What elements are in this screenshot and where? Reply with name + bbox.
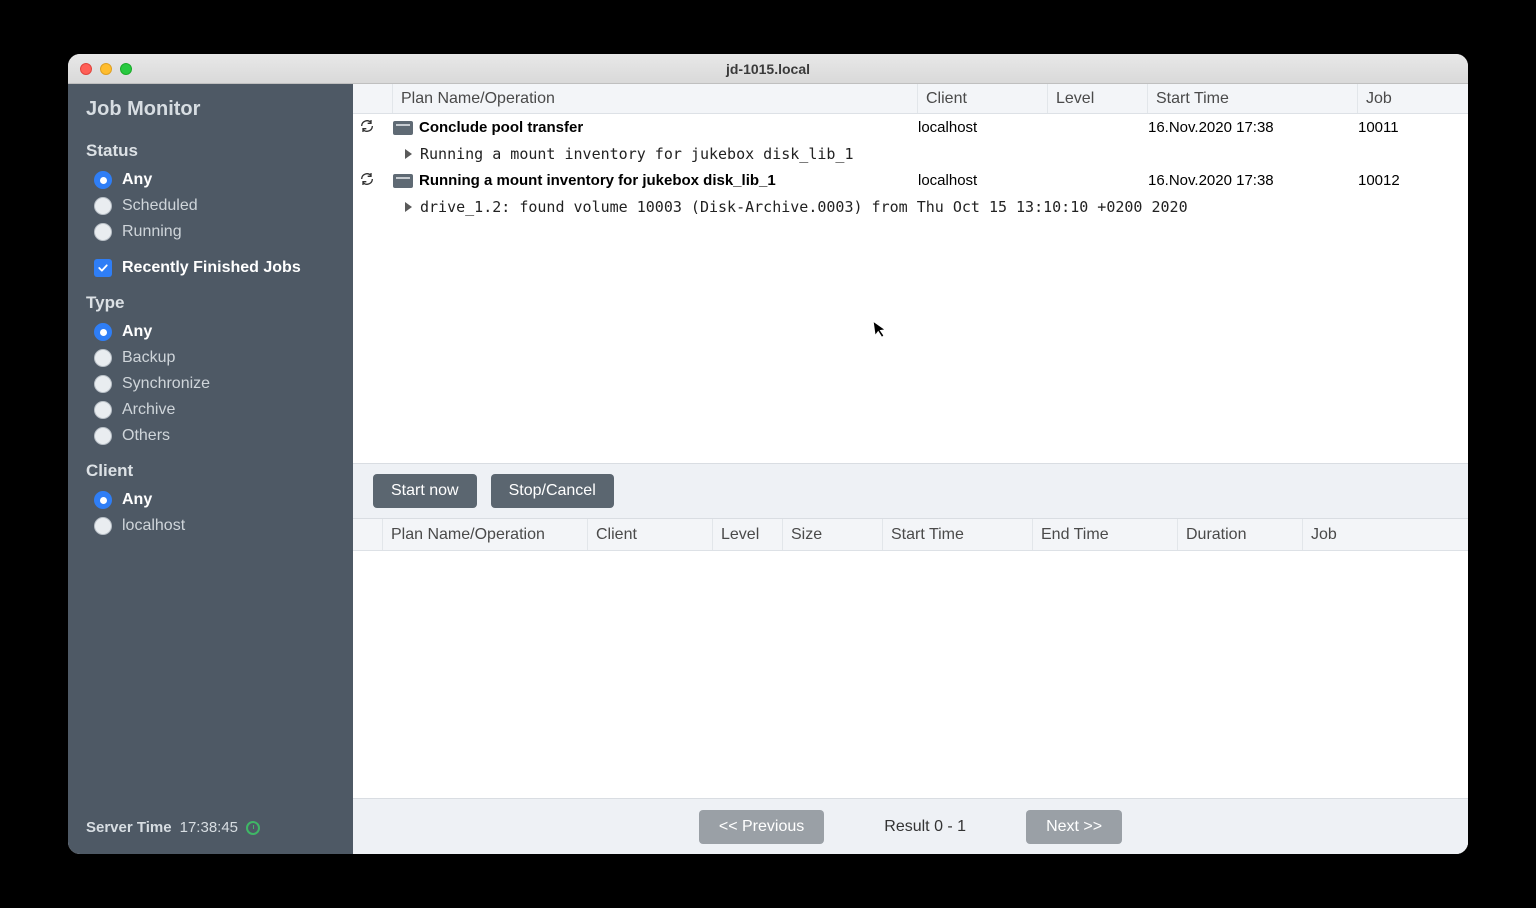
status-option-label: Running (122, 223, 182, 241)
th-plan[interactable]: Plan Name/Operation (383, 519, 588, 550)
plan-name: Conclude pool transfer (419, 119, 583, 136)
next-button[interactable]: Next >> (1026, 810, 1122, 844)
app-window: jd-1015.local Job Monitor Status Any Sch… (68, 54, 1468, 854)
radio-icon (94, 517, 112, 535)
type-option-label: Any (122, 323, 152, 341)
radio-icon (94, 323, 112, 341)
recent-finished-label: Recently Finished Jobs (122, 259, 301, 277)
server-time-label: Server Time (86, 819, 172, 836)
table-row-detail[interactable]: drive_1.2: found volume 10003 (Disk-Arch… (353, 194, 1468, 220)
status-option-scheduled[interactable]: Scheduled (86, 193, 335, 219)
type-option-label: Backup (122, 349, 175, 367)
result-label: Result 0 - 1 (884, 818, 966, 836)
th-end[interactable]: End Time (1033, 519, 1178, 550)
lower-table-header: Plan Name/Operation Client Level Size St… (353, 519, 1468, 551)
type-option-backup[interactable]: Backup (86, 345, 335, 371)
refresh-icon (359, 118, 375, 138)
status-option-label: Any (122, 171, 152, 189)
expand-icon[interactable] (405, 202, 412, 212)
th-level[interactable]: Level (1048, 84, 1148, 113)
radio-icon (94, 491, 112, 509)
server-time-value: 17:38:45 (180, 819, 238, 836)
type-option-label: Synchronize (122, 375, 210, 393)
sidebar-heading: Job Monitor (86, 98, 335, 121)
radio-icon (94, 171, 112, 189)
type-option-synchronize[interactable]: Synchronize (86, 371, 335, 397)
client-option-any[interactable]: Any (86, 487, 335, 513)
client-cell: localhost (918, 119, 1048, 136)
th-level[interactable]: Level (713, 519, 783, 550)
expand-icon[interactable] (405, 149, 412, 159)
cursor-icon (872, 318, 889, 340)
th-start[interactable]: Start Time (883, 519, 1033, 550)
status-option-any[interactable]: Any (86, 167, 335, 193)
radio-icon (94, 197, 112, 215)
th-job[interactable]: Job (1303, 519, 1468, 550)
type-option-label: Others (122, 427, 170, 445)
radio-icon (94, 375, 112, 393)
detail-text: drive_1.2: found volume 10003 (Disk-Arch… (420, 198, 1188, 216)
radio-icon (94, 401, 112, 419)
checkbox-icon (94, 259, 112, 277)
th-start[interactable]: Start Time (1148, 84, 1358, 113)
client-label: Client (86, 461, 335, 481)
job-icon (393, 121, 413, 135)
client-option-localhost[interactable]: localhost (86, 513, 335, 539)
radio-icon (94, 427, 112, 445)
th-client[interactable]: Client (588, 519, 713, 550)
titlebar: jd-1015.local (68, 54, 1468, 84)
type-option-any[interactable]: Any (86, 319, 335, 345)
status-option-running[interactable]: Running (86, 219, 335, 245)
action-toolbar: Start now Stop/Cancel (353, 464, 1468, 519)
th-plan[interactable]: Plan Name/Operation (393, 84, 918, 113)
upper-table-header: Plan Name/Operation Client Level Start T… (353, 84, 1468, 114)
table-row[interactable]: Conclude pool transfer localhost 16.Nov.… (353, 114, 1468, 141)
window-title: jd-1015.local (68, 61, 1468, 77)
job-icon (393, 174, 413, 188)
radio-icon (94, 349, 112, 367)
job-cell: 10011 (1358, 119, 1468, 136)
type-option-others[interactable]: Others (86, 423, 335, 449)
status-option-label: Scheduled (122, 197, 198, 215)
detail-text: Running a mount inventory for jukebox di… (420, 145, 853, 163)
refresh-icon (359, 171, 375, 191)
recent-finished-checkbox[interactable]: Recently Finished Jobs (86, 255, 335, 281)
radio-icon (94, 223, 112, 241)
table-row[interactable]: Running a mount inventory for jukebox di… (353, 167, 1468, 194)
type-label: Type (86, 293, 335, 313)
type-option-archive[interactable]: Archive (86, 397, 335, 423)
plan-name: Running a mount inventory for jukebox di… (419, 172, 776, 189)
stop-cancel-button[interactable]: Stop/Cancel (491, 474, 614, 508)
client-option-label: localhost (122, 517, 185, 535)
start-now-button[interactable]: Start now (373, 474, 477, 508)
job-cell: 10012 (1358, 172, 1468, 189)
server-time: Server Time 17:38:45 (86, 819, 335, 844)
table-row-detail[interactable]: Running a mount inventory for jukebox di… (353, 141, 1468, 167)
start-cell: 16.Nov.2020 17:38 (1148, 172, 1358, 189)
th-size[interactable]: Size (783, 519, 883, 550)
clock-icon (246, 821, 260, 835)
lower-table-body (353, 551, 1468, 798)
th-job[interactable]: Job (1358, 84, 1468, 113)
type-option-label: Archive (122, 401, 175, 419)
upper-table-body: Conclude pool transfer localhost 16.Nov.… (353, 114, 1468, 464)
client-option-label: Any (122, 491, 152, 509)
client-cell: localhost (918, 172, 1048, 189)
th-duration[interactable]: Duration (1178, 519, 1303, 550)
previous-button[interactable]: << Previous (699, 810, 824, 844)
th-client[interactable]: Client (918, 84, 1048, 113)
status-label: Status (86, 141, 335, 161)
sidebar: Job Monitor Status Any Scheduled Running… (68, 84, 353, 854)
main-area: Plan Name/Operation Client Level Start T… (353, 84, 1468, 854)
pagination-footer: << Previous Result 0 - 1 Next >> (353, 798, 1468, 854)
start-cell: 16.Nov.2020 17:38 (1148, 119, 1358, 136)
